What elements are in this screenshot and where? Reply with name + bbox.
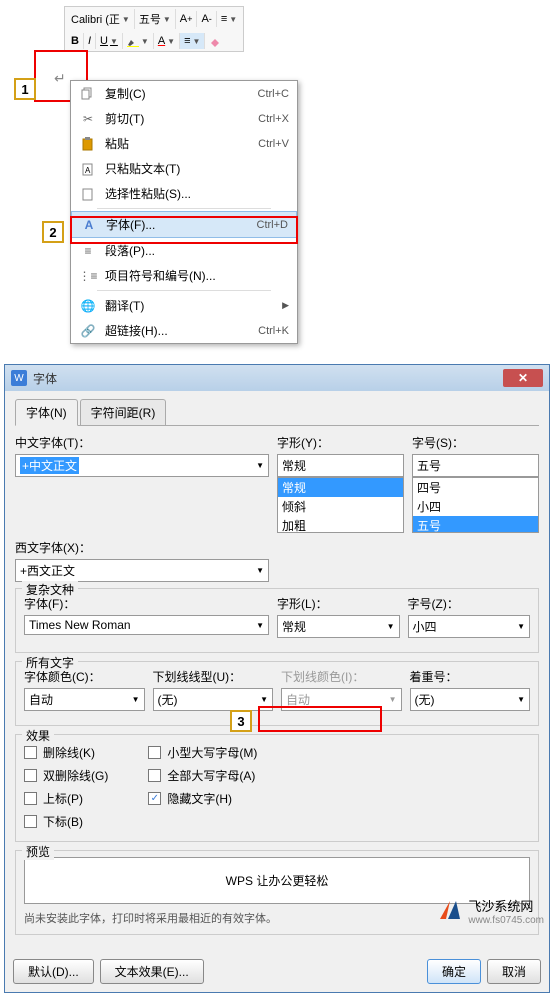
watermark: 飞沙系统网 www.fs0745.com [438,896,544,926]
bold-icon[interactable]: B [67,33,84,49]
complex-style-label: 字形(L)： [277,595,400,612]
menu-paste-text[interactable]: A 只粘贴文本(T) [71,156,297,181]
line-spacing-icon[interactable]: ≡▼ [217,11,241,27]
cn-font-combo[interactable]: +中文正文▼ [15,454,269,477]
dialog-title: 字体 [33,370,503,387]
list-item[interactable]: 五号 [413,516,538,533]
highlight-box-3 [258,706,382,732]
allcaps-label: 全部大写字母(A) [167,767,255,784]
step-marker-2: 2 [42,221,64,243]
step-marker-1: 1 [14,78,36,100]
italic-icon[interactable]: I [84,33,96,49]
smallcaps-checkbox[interactable] [148,746,161,759]
context-menu: 复制(C) Ctrl+C ✂ 剪切(T) Ctrl+X 粘贴 Ctrl+V A … [70,80,298,344]
strike-label: 删除线(K) [43,744,95,761]
align-icon[interactable]: ≡▼ [180,33,205,49]
underline-color-label: 下划线颜色(I)： [281,668,402,685]
list-item[interactable]: 四号 [413,478,538,497]
font-color-icon[interactable]: A▼ [154,33,180,49]
ok-button[interactable]: 确定 [427,959,481,984]
strike-checkbox[interactable] [24,746,37,759]
size-input[interactable]: 五号 [412,454,539,477]
dstrike-checkbox[interactable] [24,769,37,782]
complex-font-combo[interactable]: Times New Roman▼ [24,615,269,635]
font-size-selector[interactable]: 五号▼ [135,9,176,29]
scissors-icon: ✂ [79,111,97,127]
watermark-logo-icon [438,899,462,923]
menu-copy[interactable]: 复制(C) Ctrl+C [71,81,297,106]
bullets-icon: ⋮≡ [79,268,97,284]
subscript-label: 下标(B) [43,813,83,830]
effects-legend: 效果 [22,727,54,744]
close-button[interactable]: ✕ [503,369,543,387]
tab-font[interactable]: 字体(N) [15,399,78,426]
style-listbox[interactable]: 常规 倾斜 加粗 [277,477,404,533]
highlight-box-2 [70,216,298,244]
list-item[interactable]: 加粗 [278,516,403,533]
menu-paste[interactable]: 粘贴 Ctrl+V [71,131,297,156]
alltext-legend: 所有文字 [22,654,78,671]
cn-font-label: 中文字体(T)： [15,434,269,451]
chevron-right-icon: ▶ [282,300,289,311]
size-listbox[interactable]: 四号 小四 五号 [412,477,539,533]
menu-bullets[interactable]: ⋮≡ 项目符号和编号(N)... [71,263,297,288]
en-font-label: 西文字体(X)： [15,539,269,556]
tab-spacing[interactable]: 字符间距(R) [80,399,167,425]
complex-size-combo[interactable]: 小四▼ [408,615,531,638]
font-family-selector[interactable]: Calibri (正▼ [67,9,135,29]
style-label: 字形(Y)： [277,434,404,451]
en-font-combo[interactable]: +西文正文▼ [15,559,269,582]
style-input[interactable]: 常规 [277,454,404,477]
copy-icon [79,86,97,102]
menu-cut[interactable]: ✂ 剪切(T) Ctrl+X [71,106,297,131]
complex-style-combo[interactable]: 常规▼ [277,615,400,638]
eraser-icon[interactable] [205,33,225,49]
hidden-checkbox[interactable] [148,792,161,805]
svg-text:A: A [85,166,91,175]
dstrike-label: 双删除线(G) [43,767,108,784]
emphasis-combo[interactable]: (无)▼ [410,688,531,711]
complex-legend: 复杂文种 [22,581,78,598]
link-icon: 🔗 [79,323,97,339]
complex-size-label: 字号(Z)： [408,595,531,612]
increase-font-icon[interactable]: A+ [176,11,198,27]
translate-icon: 🌐 [79,298,97,314]
text-effect-button[interactable]: 文本效果(E)... [100,959,204,984]
paste-icon [79,136,97,152]
superscript-label: 上标(P) [43,790,83,807]
highlight-icon[interactable]: ▼ [123,33,154,49]
paste-special-icon [79,186,97,202]
underline-icon[interactable]: U▼ [96,33,123,49]
smallcaps-label: 小型大写字母(M) [167,744,257,761]
subscript-checkbox[interactable] [24,815,37,828]
hidden-label: 隐藏文字(H) [167,790,232,807]
paste-text-icon: A [79,161,97,177]
allcaps-checkbox[interactable] [148,769,161,782]
dialog-app-icon: W [11,370,27,386]
paragraph-icon: ≡ [79,243,97,259]
menu-hyperlink[interactable]: 🔗 超链接(H)... Ctrl+K [71,318,297,343]
list-item[interactable]: 常规 [278,478,403,497]
menu-paste-special[interactable]: 选择性粘贴(S)... [71,181,297,206]
underline-label: 下划线线型(U)： [153,668,274,685]
decrease-font-icon[interactable]: A- [197,11,216,27]
font-color-combo[interactable]: 自动▼ [24,688,145,711]
cancel-button[interactable]: 取消 [487,959,541,984]
list-item[interactable]: 小四 [413,497,538,516]
size-label: 字号(S)： [412,434,539,451]
list-item[interactable]: 倾斜 [278,497,403,516]
underline-combo[interactable]: (无)▼ [153,688,274,711]
preview-legend: 预览 [22,843,54,860]
menu-translate[interactable]: 🌐 翻译(T) ▶ [71,293,297,318]
step-marker-3: 3 [230,710,252,732]
emphasis-label: 着重号： [410,668,531,685]
superscript-checkbox[interactable] [24,792,37,805]
default-button[interactable]: 默认(D)... [13,959,94,984]
